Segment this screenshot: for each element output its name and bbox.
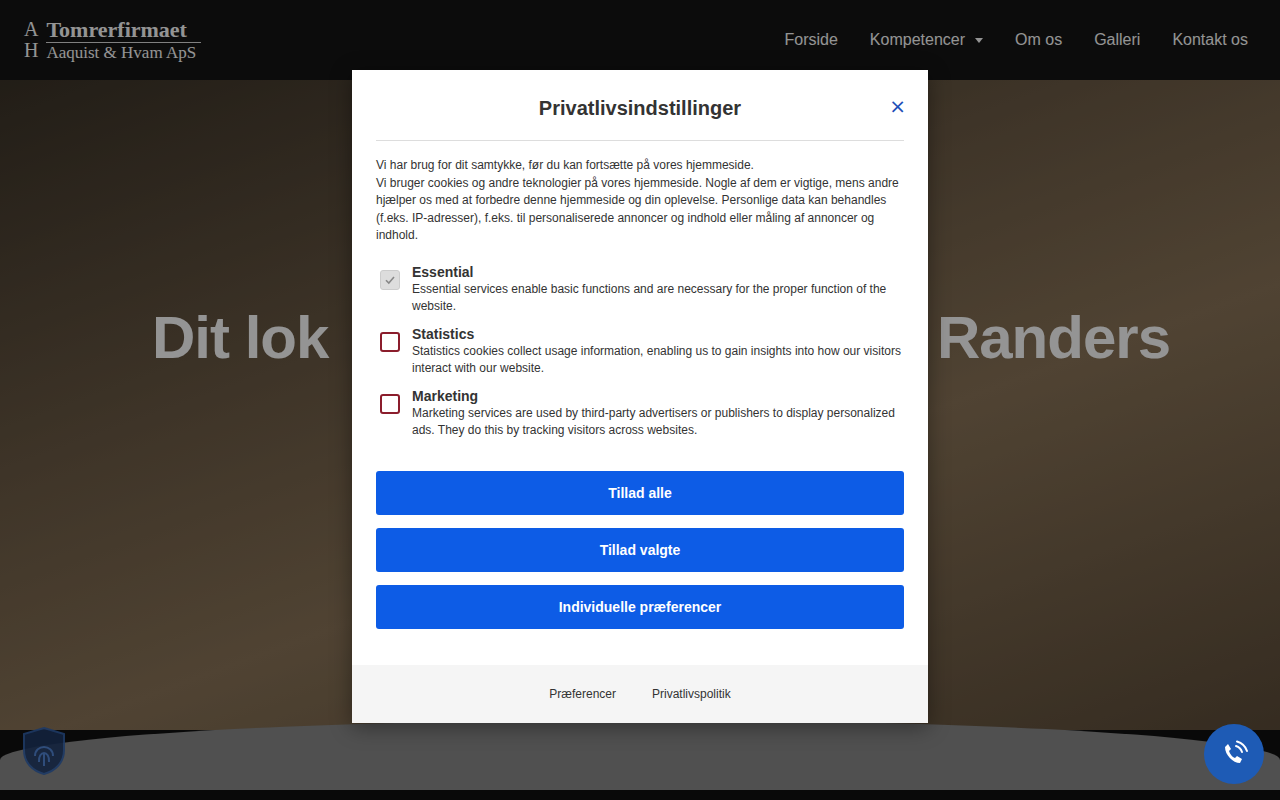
category-row: EssentialEssential services enable basic…: [376, 263, 904, 315]
consent-button[interactable]: Tillad alle: [376, 471, 904, 515]
category-text: EssentialEssential services enable basic…: [412, 263, 904, 315]
check-icon: [384, 274, 396, 286]
call-button[interactable]: [1204, 724, 1264, 784]
category-checkbox[interactable]: [380, 332, 400, 352]
category-list: EssentialEssential services enable basic…: [376, 263, 904, 439]
intro-text: Vi har brug for dit samtykke, før du kan…: [376, 157, 904, 245]
category-row: MarketingMarketing services are used by …: [376, 387, 904, 439]
category-checkbox[interactable]: [380, 394, 400, 414]
consent-button[interactable]: Individuelle præferencer: [376, 585, 904, 629]
modal-overlay: Privatlivsindstillinger× Vi har brug for …: [0, 0, 1280, 800]
modal-title: Privatlivsindstillinger: [376, 92, 904, 124]
page: AHTomrerfirmaetAaquist & Hvam ApSForside…: [0, 0, 1280, 800]
category-name: Essential: [412, 263, 904, 281]
category-checkbox: [380, 270, 400, 290]
privacy-shield-icon[interactable]: [21, 726, 67, 780]
close-button[interactable]: ×: [885, 92, 910, 120]
category-description: Statistics cookies collect usage informa…: [412, 343, 904, 377]
category-text: StatisticsStatistics cookies collect usa…: [412, 325, 904, 377]
footer-link[interactable]: Privatlivspolitik: [652, 687, 731, 701]
category-name: Marketing: [412, 387, 904, 405]
category-name: Statistics: [412, 325, 904, 343]
phone-icon: [1220, 740, 1248, 768]
intro-paragraph: Vi bruger cookies og andre teknologier p…: [376, 175, 904, 245]
consent-modal: Privatlivsindstillinger× Vi har brug for …: [352, 70, 928, 723]
modal-head: Privatlivsindstillinger×: [376, 92, 904, 141]
category-row: StatisticsStatistics cookies collect usa…: [376, 325, 904, 377]
consent-button[interactable]: Tillad valgte: [376, 528, 904, 572]
category-description: Marketing services are used by third-par…: [412, 405, 904, 439]
button-group: Tillad alle Tillad valgte Individuelle præ…: [376, 471, 904, 629]
category-description: Essential services enable basic function…: [412, 281, 904, 315]
modal-body: Privatlivsindstillinger× Vi har brug for …: [352, 70, 928, 665]
modal-footer: Præferencer Privatlivspolitik: [352, 665, 928, 723]
category-text: MarketingMarketing services are used by …: [412, 387, 904, 439]
footer-link[interactable]: Præferencer: [549, 687, 616, 701]
intro-paragraph: Vi har brug for dit samtykke, før du kan…: [376, 157, 904, 175]
